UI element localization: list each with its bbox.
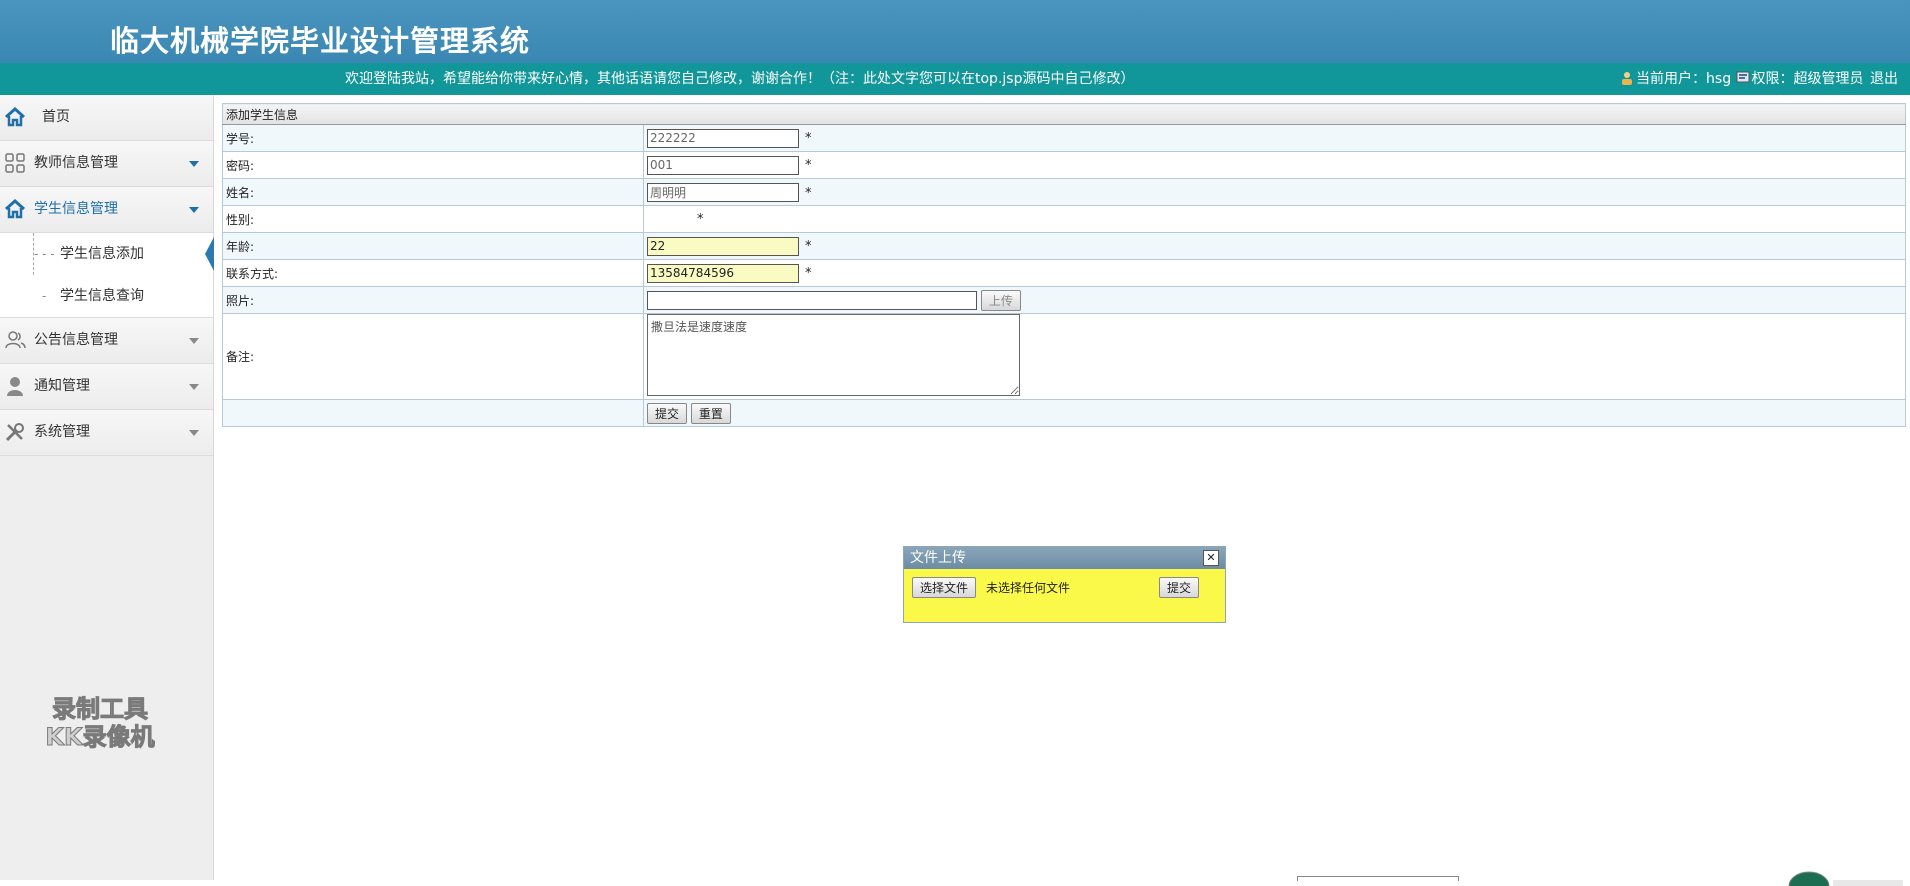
student-submenu: - - - 学生信息添加 - 学生信息查询 xyxy=(0,233,214,318)
dialog-title: 文件上传 xyxy=(904,547,1225,569)
logout-link[interactable]: 退出 xyxy=(1870,71,1898,87)
sidebar-item-label: 首页 xyxy=(42,109,70,125)
gender-label: 性别: xyxy=(222,205,644,233)
submit-button[interactable]: 提交 xyxy=(647,402,688,424)
contact-label: 联系方式: xyxy=(222,259,644,287)
required-mark: * xyxy=(697,211,704,227)
name-label: 姓名: xyxy=(222,178,644,206)
file-upload-dialog: 文件上传 ✕ 选择文件 未选择任何文件 提交 xyxy=(903,546,1226,623)
required-mark: * xyxy=(805,185,812,201)
grid-icon xyxy=(5,153,25,173)
add-student-form: 添加学生信息 学号: * 密码: * 姓名: * 性别: * 年龄: * 联系方… xyxy=(222,103,1906,427)
sidebar-item-notice-management[interactable]: 通知管理 xyxy=(0,364,213,410)
sidebar-item-label: 学生信息管理 xyxy=(34,201,118,217)
sidebar-item-announcement-management[interactable]: 公告信息管理 xyxy=(0,318,213,364)
bottom-scroll-edge xyxy=(1297,876,1459,881)
choose-file-button[interactable]: 选择文件 xyxy=(912,577,977,598)
chevron-down-icon xyxy=(189,338,199,344)
reset-button[interactable]: 重置 xyxy=(690,402,731,424)
user-icon xyxy=(1622,72,1633,85)
name-input[interactable] xyxy=(647,182,799,202)
remarks-textarea[interactable]: 撒旦法是速度速度 xyxy=(647,314,1020,396)
current-user: 当前用户：hsg xyxy=(1636,71,1732,87)
required-mark: * xyxy=(805,239,812,254)
app-title: 临大机械学院毕业设计管理系统 xyxy=(110,24,531,58)
photo-path-input[interactable] xyxy=(647,291,977,310)
student-id-label: 学号: xyxy=(222,124,644,152)
chevron-down-icon xyxy=(189,430,199,436)
required-mark: * xyxy=(805,131,812,146)
chevron-down-icon xyxy=(189,384,199,390)
upload-button[interactable]: 上传 xyxy=(980,289,1021,311)
age-input[interactable] xyxy=(647,236,799,256)
required-mark: * xyxy=(805,266,812,281)
home-icon xyxy=(5,198,25,219)
age-label: 年龄: xyxy=(222,232,644,260)
home-icon xyxy=(5,106,25,127)
photo-label: 照片: xyxy=(222,286,644,314)
contact-input[interactable] xyxy=(647,263,799,283)
tree-dash: - xyxy=(42,289,47,303)
password-label: 密码: xyxy=(222,151,644,179)
remarks-label: 备注: xyxy=(222,313,644,400)
sidebar-item-teacher-management[interactable]: 教师信息管理 xyxy=(0,141,213,187)
submenu-item-add-student[interactable]: - - - 学生信息添加 xyxy=(0,233,214,275)
chevron-down-icon xyxy=(189,161,199,167)
recorder-watermark: 录制工具 KK录像机 xyxy=(45,695,155,752)
sidebar: 首页 教师信息管理 学生信息管理 - - - 学生信息添加 - 学生信息查询 公… xyxy=(0,95,214,880)
sidebar-item-label: 系统管理 xyxy=(34,424,90,440)
password-input[interactable] xyxy=(647,155,799,175)
tree-dash: - - - xyxy=(34,247,55,261)
sidebar-item-home[interactable]: 首页 xyxy=(0,95,213,141)
header-banner: 临大机械学院毕业设计管理系统 xyxy=(0,0,1910,63)
user-icon xyxy=(7,377,23,396)
user-info: 当前用户：hsg 权限：超级管理员 退出 xyxy=(1620,63,1898,95)
submenu-item-label: 学生信息添加 xyxy=(60,246,144,262)
no-file-text: 未选择任何文件 xyxy=(986,581,1071,595)
sidebar-item-label: 公告信息管理 xyxy=(34,332,118,348)
floating-badge-icon xyxy=(1788,871,1903,886)
sidebar-item-system-management[interactable]: 系统管理 xyxy=(0,410,213,456)
permission-icon xyxy=(1736,71,1750,83)
chevron-down-icon xyxy=(189,207,199,213)
dialog-submit-button[interactable]: 提交 xyxy=(1159,577,1200,598)
student-id-input[interactable] xyxy=(647,128,799,148)
welcome-message: 欢迎登陆我站，希望能给你带来好心情，其他话语请您自己修改，谢谢合作！（注：此处文… xyxy=(345,71,1135,87)
form-section-title: 添加学生信息 xyxy=(222,103,1906,125)
users-icon xyxy=(5,331,26,349)
close-icon[interactable]: ✕ xyxy=(1203,550,1219,566)
submenu-item-label: 学生信息查询 xyxy=(60,288,144,304)
sidebar-item-student-management[interactable]: 学生信息管理 xyxy=(0,187,213,233)
student-form-table: 添加学生信息 学号: * 密码: * 姓名: * 性别: * 年龄: * 联系方… xyxy=(222,103,1906,427)
info-bar: 欢迎登陆我站，希望能给你带来好心情，其他话语请您自己修改，谢谢合作！（注：此处文… xyxy=(0,63,1910,95)
sidebar-item-label: 教师信息管理 xyxy=(34,155,118,171)
required-mark: * xyxy=(805,158,812,173)
sidebar-item-label: 通知管理 xyxy=(34,378,90,394)
submenu-item-query-student[interactable]: - 学生信息查询 xyxy=(0,275,213,317)
tools-icon xyxy=(5,423,24,442)
permission-text: 权限：超级管理员 xyxy=(1751,71,1864,87)
